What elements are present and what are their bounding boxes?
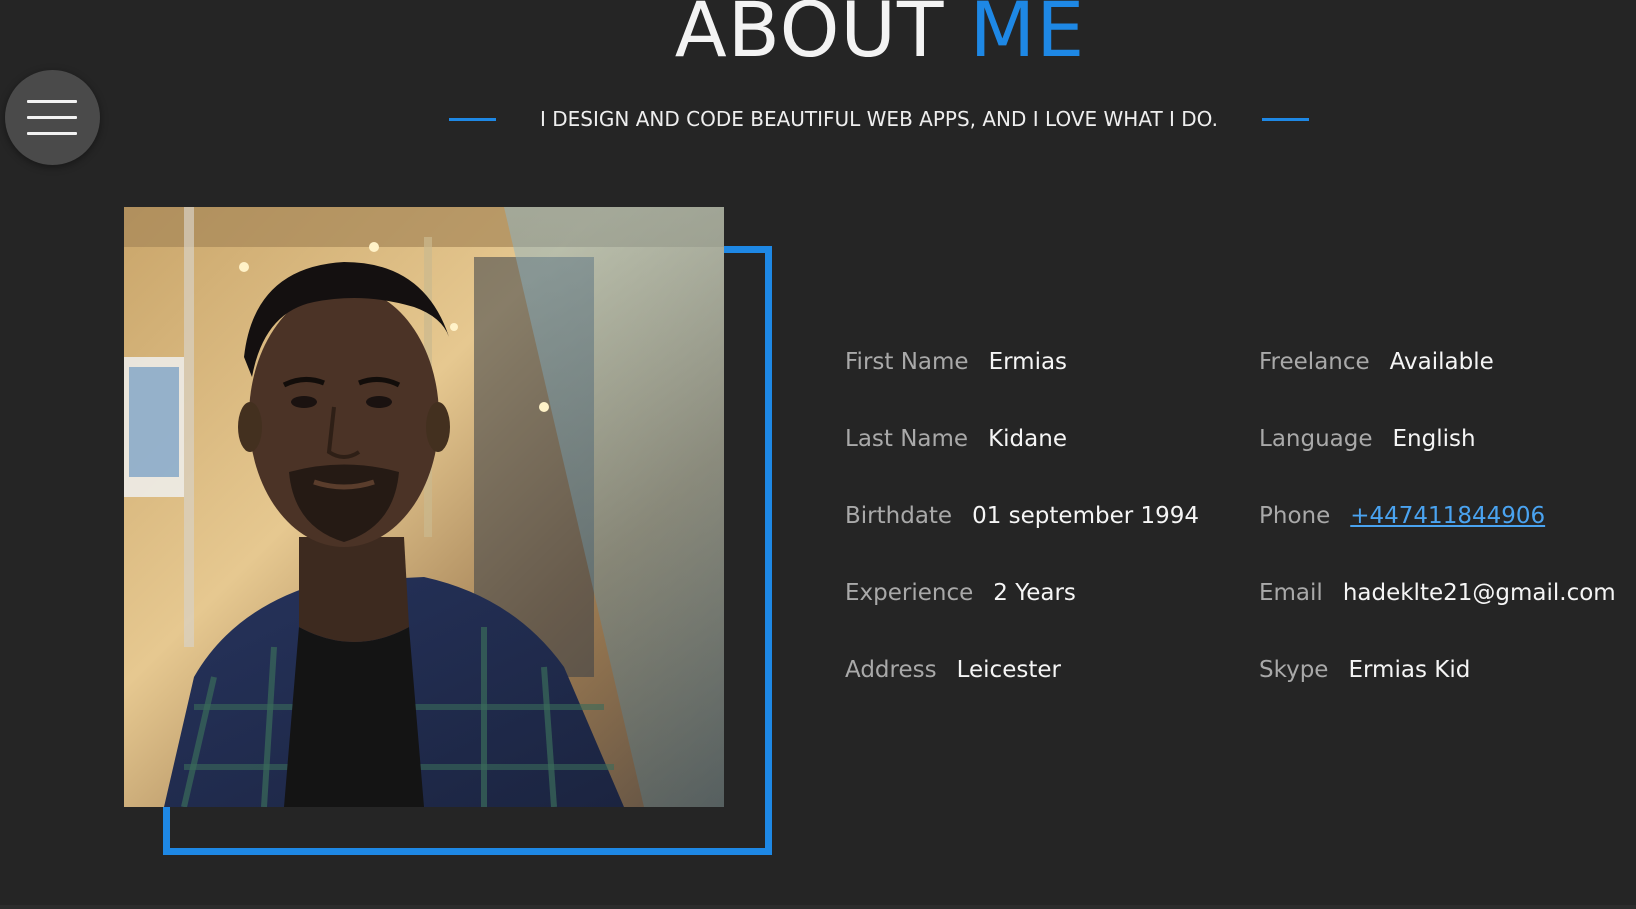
detail-row-phone: Phone +447411844906 <box>1259 502 1616 579</box>
detail-label: Experience <box>845 580 974 606</box>
detail-row-birthdate: Birthdate 01 september 1994 <box>845 502 1199 579</box>
detail-value: Ermias <box>988 349 1068 375</box>
profile-details-right-column: Freelance Available Language English Pho… <box>1259 348 1616 733</box>
detail-row-last-name: Last Name Kidane <box>845 425 1199 502</box>
page-title-main: ABOUT <box>674 0 945 74</box>
page-subtitle: I DESIGN AND CODE BEAUTIFUL WEB APPS, AN… <box>540 107 1218 131</box>
page-title: ABOUT ME <box>0 0 1636 68</box>
detail-label: Email <box>1259 580 1323 606</box>
detail-label: First Name <box>845 349 969 375</box>
detail-label: Freelance <box>1259 349 1370 375</box>
subtitle-row: I DESIGN AND CODE BEAUTIFUL WEB APPS, AN… <box>449 104 1309 134</box>
section-bottom-divider <box>0 905 1636 909</box>
detail-label: Skype <box>1259 657 1329 683</box>
detail-row-email: Email hadeklte21@gmail.com <box>1259 579 1616 656</box>
detail-row-language: Language English <box>1259 425 1616 502</box>
detail-label: Last Name <box>845 426 969 452</box>
subtitle-right-divider <box>1262 117 1309 121</box>
detail-value: Available <box>1389 349 1494 375</box>
detail-value: hadeklte21@gmail.com <box>1342 580 1616 606</box>
detail-value: 2 Years <box>993 580 1076 606</box>
subtitle-left-divider <box>449 117 496 121</box>
detail-row-skype: Skype Ermias Kid <box>1259 656 1616 733</box>
phone-link[interactable]: +447411844906 <box>1350 502 1545 530</box>
page-title-accent: ME <box>969 0 1086 74</box>
detail-row-experience: Experience 2 Years <box>845 579 1199 656</box>
profile-photo-illustration <box>124 207 724 807</box>
detail-value: Leicester <box>956 657 1061 683</box>
detail-value: English <box>1392 426 1476 452</box>
profile-details-left-column: First Name Ermias Last Name Kidane Birth… <box>845 348 1199 733</box>
detail-row-freelance: Freelance Available <box>1259 348 1616 425</box>
detail-label: Phone <box>1259 503 1331 529</box>
detail-row-first-name: First Name Ermias <box>845 348 1199 425</box>
detail-value: Ermias Kid <box>1348 657 1471 683</box>
profile-photo <box>124 207 724 807</box>
detail-label: Birthdate <box>845 503 953 529</box>
detail-row-address: Address Leicester <box>845 656 1199 733</box>
detail-label: Language <box>1259 426 1373 452</box>
detail-label: Address <box>845 657 937 683</box>
detail-value: Kidane <box>988 426 1067 452</box>
about-me-page: ABOUT ME I DESIGN AND CODE BEAUTIFUL WEB… <box>0 0 1636 909</box>
hamburger-menu-button[interactable] <box>5 70 100 165</box>
detail-value: 01 september 1994 <box>972 503 1200 529</box>
